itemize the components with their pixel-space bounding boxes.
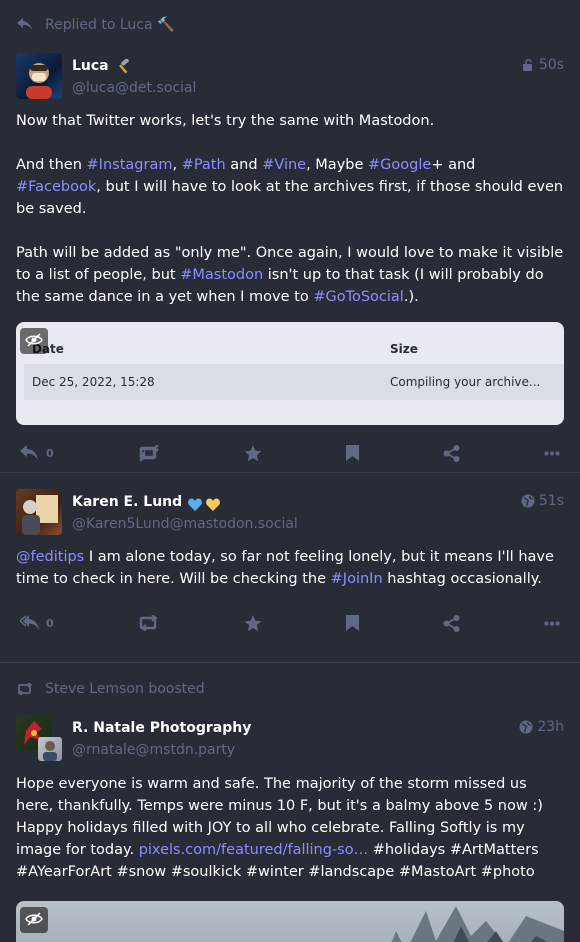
status-content: Hope everyone is warm and safe. The majo… [16, 773, 564, 883]
hashtag-link[interactable]: #Facebook [16, 179, 96, 195]
archive-table-header: Date Size [24, 322, 564, 364]
hide-media-button[interactable] [20, 907, 48, 933]
bookmark-icon [345, 445, 359, 461]
reply-icon [20, 445, 40, 461]
status-post[interactable]: Karen E. Lund @Karen5Lund@mastodon.socia… [0, 489, 580, 663]
boost-icon [138, 445, 160, 461]
account-handle[interactable]: @rnatale@mstdn.party [72, 739, 251, 761]
content-paragraph: Hope everyone is warm and safe. The majo… [16, 776, 543, 880]
column-date: Date [32, 342, 390, 356]
more-button[interactable] [544, 441, 560, 465]
boost-button[interactable] [138, 611, 160, 635]
boost-icon [138, 615, 160, 631]
reply-indicator-text: Replied to Luca 🔨 [45, 17, 175, 33]
boost-indicator: Steve Lemson boosted [16, 679, 564, 699]
blue-heart-emoji-icon [188, 496, 203, 511]
display-name[interactable]: R. Natale Photography [72, 717, 251, 739]
reply-button[interactable]: 0 [20, 611, 54, 635]
bookmark-button[interactable] [345, 611, 359, 635]
timestamp[interactable]: 50s [539, 57, 564, 73]
media-attachment[interactable] [16, 901, 564, 942]
archive-table-row: Dec 25, 2022, 15:28 Compiling your archi… [24, 364, 564, 400]
favourite-button[interactable] [244, 441, 262, 465]
bookmark-button[interactable] [345, 441, 359, 465]
content-paragraph: And then #Instagram, #Path and #Vine, Ma… [16, 157, 564, 217]
timestamp[interactable]: 51s [539, 493, 564, 509]
mention-link[interactable]: @feditips [16, 549, 84, 565]
timestamp[interactable]: 23h [537, 719, 564, 735]
lock-icon [521, 58, 535, 72]
status-content: @feditips I am alone today, so far not f… [16, 546, 564, 590]
hashtag-link[interactable]: #JoinIn [331, 571, 383, 587]
hashtag-link[interactable]: #Path [182, 157, 226, 173]
globe-icon [519, 720, 533, 734]
status-post[interactable]: Steve Lemson boosted R. Natale Photograp… [0, 679, 580, 942]
post-meta[interactable]: 50s [521, 57, 564, 73]
content-paragraph: Now that Twitter works, let's try the sa… [16, 113, 435, 129]
reply-all-icon [20, 615, 40, 631]
status-action-bar: 0 [16, 425, 564, 481]
hashtag-link[interactable]: #Mastodon [180, 267, 263, 283]
share-icon [443, 444, 460, 462]
column-size: Size [390, 342, 418, 356]
globe-icon [521, 494, 535, 508]
display-name[interactable]: Karen E. Lund [72, 491, 298, 513]
avatar[interactable] [16, 715, 62, 761]
booster-avatar[interactable] [38, 737, 62, 761]
share-icon [443, 614, 460, 632]
hashtag-link[interactable]: #Vine [262, 157, 306, 173]
bookmark-icon [345, 615, 359, 631]
boost-icon [16, 680, 34, 698]
hammer-emoji-icon [116, 57, 131, 74]
content-paragraph: Path will be added as "only me". Once ag… [16, 245, 564, 305]
status-content: Now that Twitter works, let's try the sa… [16, 110, 564, 308]
more-icon [544, 451, 560, 456]
content-paragraph: @feditips I am alone today, so far not f… [16, 549, 554, 587]
media-attachment[interactable]: Date Size Dec 25, 2022, 15:28 Compiling … [16, 322, 564, 425]
hashtag-link[interactable]: #GoToSocial [313, 289, 404, 305]
share-button[interactable] [443, 441, 460, 465]
post-meta[interactable]: 23h [519, 719, 564, 735]
external-link[interactable]: pixels.com/featured/falling-so… [139, 842, 368, 858]
star-icon [244, 614, 262, 632]
account-handle[interactable]: @luca@det.social [72, 77, 196, 99]
more-button[interactable] [544, 611, 560, 635]
status-action-bar: 0 [16, 595, 564, 651]
reply-indicator: Replied to Luca 🔨 [16, 15, 564, 35]
star-icon [244, 444, 262, 462]
timeline: Replied to Luca 🔨 Luca @luca@det.social … [0, 15, 580, 942]
reply-count: 0 [46, 616, 54, 630]
status-post[interactable]: Replied to Luca 🔨 Luca @luca@det.social … [0, 15, 580, 473]
eye-slash-icon [25, 911, 43, 930]
eye-slash-icon [25, 332, 43, 351]
boost-button[interactable] [138, 441, 160, 465]
post-meta[interactable]: 51s [521, 493, 564, 509]
yellow-heart-emoji-icon [206, 496, 221, 511]
reply-button[interactable]: 0 [20, 441, 54, 465]
hide-media-button[interactable] [20, 328, 48, 354]
boost-indicator-text: Steve Lemson boosted [45, 681, 205, 697]
account-handle[interactable]: @Karen5Lund@mastodon.social [72, 513, 298, 535]
share-button[interactable] [443, 611, 460, 635]
avatar[interactable] [16, 53, 62, 99]
avatar[interactable] [16, 489, 62, 535]
reply-icon [16, 16, 34, 34]
cell-size: Compiling your archive... [390, 375, 541, 389]
more-icon [544, 621, 560, 626]
favourite-button[interactable] [244, 611, 262, 635]
reply-count: 0 [46, 446, 54, 460]
hashtag-link[interactable]: #Google [368, 157, 431, 173]
cell-date: Dec 25, 2022, 15:28 [32, 375, 155, 389]
display-name[interactable]: Luca [72, 55, 196, 77]
hashtag-link[interactable]: #Instagram [87, 157, 173, 173]
